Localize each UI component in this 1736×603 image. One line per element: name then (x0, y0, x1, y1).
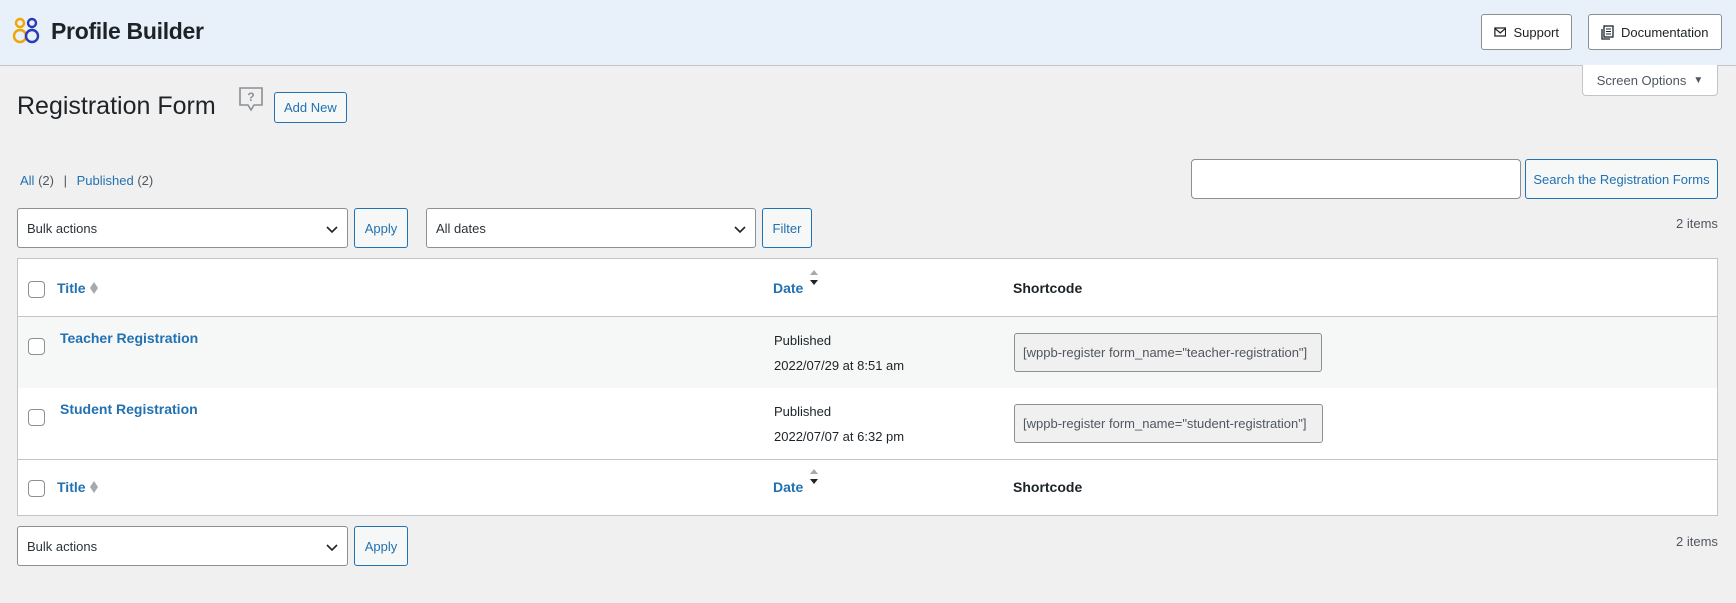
views-filter: All (2) | Published (2) (20, 173, 153, 188)
dates-filter-value: All dates (436, 220, 486, 236)
view-published-count: (2) (137, 173, 154, 188)
row-status: Published (774, 404, 832, 419)
items-count-bottom: 2 items (1676, 534, 1718, 549)
documentation-label: Documentation (1621, 24, 1709, 40)
forms-table: Title Date Shortcode Teacher Registratio… (17, 258, 1718, 516)
bulk-actions-select-bottom[interactable]: Bulk actions (17, 526, 348, 566)
table-row: Teacher Registration Published 2022/07/2… (18, 317, 1717, 388)
shortcode-field[interactable]: [wppb-register form_name="student-regist… (1014, 404, 1323, 443)
caret-down-icon: ▼ (1693, 74, 1704, 86)
page-title: Registration Form (17, 92, 216, 120)
row-date: 2022/07/07 at 6:32 pm (774, 429, 905, 444)
document-icon (1601, 24, 1614, 40)
documentation-button[interactable]: Documentation (1588, 14, 1722, 50)
date-column-sort-link[interactable]: Date (773, 280, 803, 296)
svg-text:?: ? (247, 90, 254, 104)
bulk-actions-value: Bulk actions (27, 220, 98, 236)
support-button[interactable]: Support (1481, 14, 1572, 50)
sort-icon (90, 481, 98, 493)
bulk-actions-value: Bulk actions (27, 538, 98, 554)
apply-button-bottom[interactable]: Apply (354, 526, 408, 566)
chevron-down-icon (326, 544, 338, 552)
screen-options-button[interactable]: Screen Options ▼ (1582, 65, 1718, 96)
dates-filter-select[interactable]: All dates (426, 208, 756, 248)
view-all-count: (2) (38, 173, 54, 188)
sort-arrows-icon (810, 469, 818, 484)
select-all-checkbox[interactable] (28, 281, 45, 298)
add-new-button[interactable]: Add New (274, 92, 347, 123)
table-footer-row: Title Date Shortcode (18, 459, 1717, 516)
sort-icon (90, 282, 98, 294)
help-speech-bubble-icon[interactable]: ? (237, 86, 265, 114)
select-all-checkbox[interactable] (28, 480, 45, 497)
chevron-down-icon (326, 226, 338, 234)
sort-arrows-icon (810, 270, 818, 285)
search-button[interactable]: Search the Registration Forms (1525, 159, 1718, 199)
plugin-header: Profile Builder Support Documentation (0, 0, 1736, 66)
shortcode-column-header: Shortcode (1013, 479, 1083, 495)
screen-options-label: Screen Options (1596, 72, 1687, 88)
search-input[interactable] (1191, 159, 1521, 199)
table-row: Student Registration Published 2022/07/0… (18, 388, 1717, 459)
apply-button[interactable]: Apply (354, 208, 408, 248)
chevron-down-icon (734, 226, 746, 234)
view-published-link[interactable]: Published (77, 173, 134, 188)
title-column-sort-link[interactable]: Title (57, 479, 86, 495)
app-title: Profile Builder (51, 18, 204, 44)
row-date: 2022/07/29 at 8:51 am (774, 358, 905, 373)
bulk-actions-select[interactable]: Bulk actions (17, 208, 348, 248)
view-all-link[interactable]: All (20, 173, 34, 188)
views-separator: | (63, 173, 67, 188)
row-checkbox[interactable] (28, 338, 45, 355)
shortcode-column-header: Shortcode (1013, 280, 1083, 296)
row-status: Published (774, 333, 832, 348)
filter-button[interactable]: Filter (762, 208, 812, 248)
date-column-sort-link[interactable]: Date (773, 479, 803, 495)
support-label: Support (1513, 24, 1559, 40)
items-count: 2 items (1676, 216, 1718, 231)
shortcode-field[interactable]: [wppb-register form_name="teacher-regist… (1014, 333, 1322, 372)
title-column-sort-link[interactable]: Title (57, 280, 86, 296)
row-checkbox[interactable] (28, 409, 45, 426)
profile-builder-logo-icon (12, 17, 40, 44)
envelope-icon (1494, 27, 1507, 37)
table-header-row: Title Date Shortcode (18, 259, 1717, 317)
row-title-link[interactable]: Teacher Registration (60, 330, 198, 346)
row-title-link[interactable]: Student Registration (60, 401, 198, 417)
